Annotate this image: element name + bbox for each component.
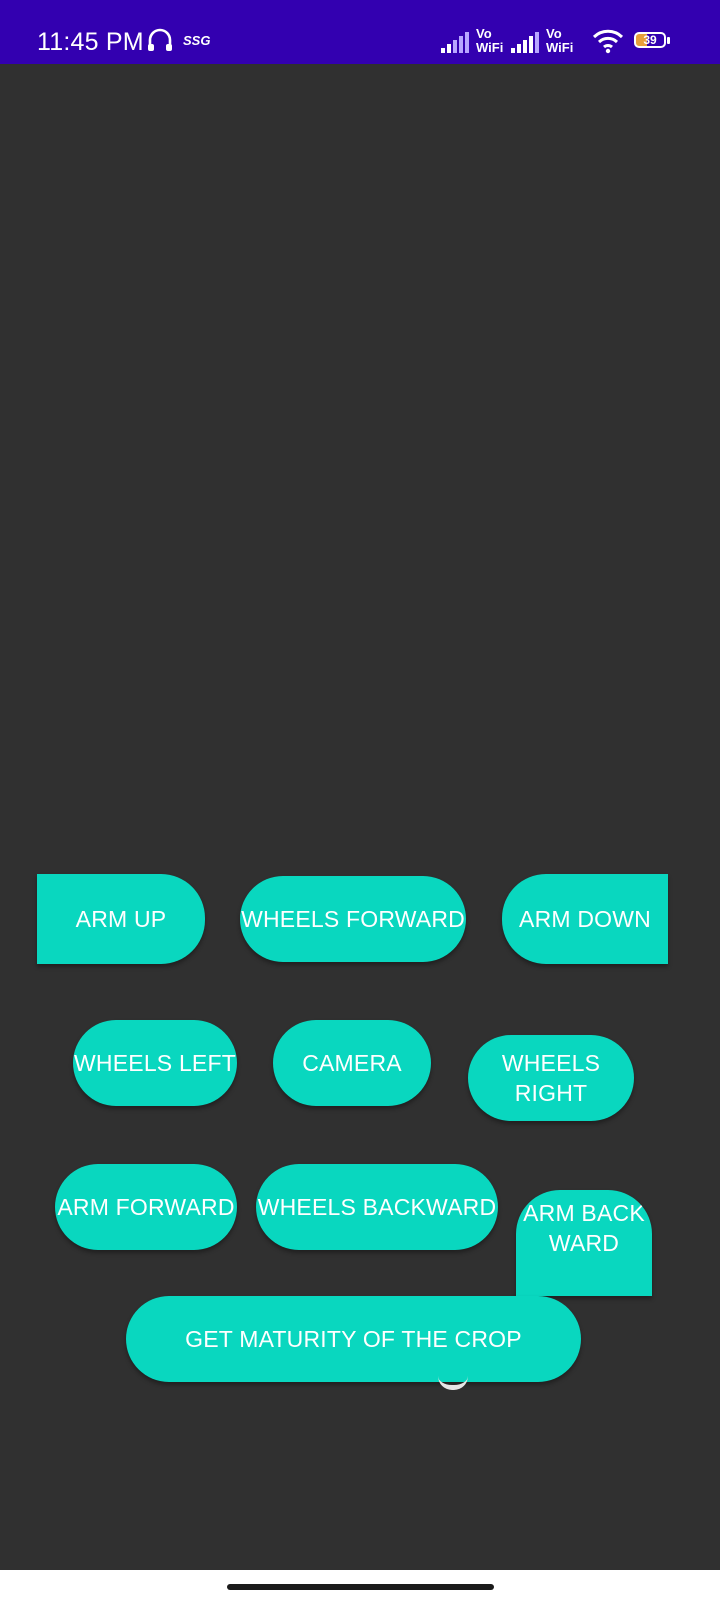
camera-button[interactable]: CAMERA [273, 1020, 431, 1106]
wheels-forward-button[interactable]: WHEELS FORWARD [240, 876, 466, 962]
wheels-right-button[interactable]: WHEELS RIGHT [468, 1035, 634, 1121]
arm-up-button[interactable]: ARM UP [37, 874, 205, 964]
get-maturity-button[interactable]: GET MATURITY OF THE CROP [126, 1296, 581, 1382]
vowifi-label-1: Vo WiFi [476, 26, 504, 55]
wheels-backward-button[interactable]: WHEELS BACKWARD [256, 1164, 498, 1250]
vowifi-label-2: Vo WiFi [546, 26, 574, 55]
navigation-bar [0, 1570, 720, 1600]
headset-icon [148, 28, 172, 51]
battery-icon: 39 [634, 32, 672, 50]
overlapped-text-fragment [438, 1376, 468, 1390]
wifi-icon [592, 29, 624, 54]
arm-down-button[interactable]: ARM DOWN [502, 874, 668, 964]
home-gesture-handle[interactable] [227, 1584, 494, 1590]
status-time: 11:45 PM [37, 28, 144, 56]
status-bar: 11:45 PM SSG Vo WiFi Vo WiFi 39 [0, 0, 720, 64]
battery-level: 39 [643, 33, 657, 47]
wheels-left-button[interactable]: WHEELS LEFT [73, 1020, 237, 1106]
network-label: SSG [183, 33, 211, 48]
arm-forward-button[interactable]: ARM FORWARD [55, 1164, 237, 1250]
arm-backward-button[interactable]: ARM BACKWARD [516, 1190, 652, 1296]
signal-icon [441, 32, 469, 53]
signal-icon [511, 32, 539, 53]
